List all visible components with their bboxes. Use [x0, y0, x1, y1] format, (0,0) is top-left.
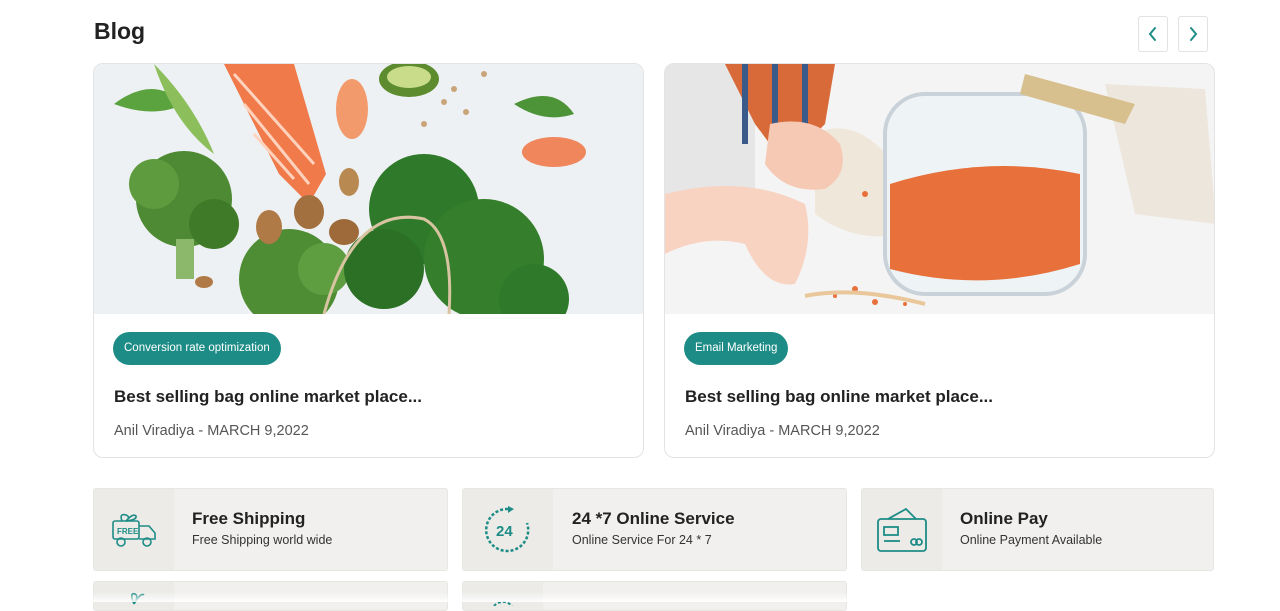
post-meta: Anil Viradiya - MARCH 9,2022 — [114, 423, 309, 439]
credit-card-icon — [877, 507, 927, 552]
feature-title: Online Pay — [960, 509, 1048, 528]
feature-subtitle: Online Service For 24 * 7 — [572, 533, 712, 547]
feature-online-pay: Online Pay Online Payment Available — [861, 488, 1214, 571]
24-hour-service-icon: 24 — [484, 505, 530, 552]
feature-subtitle: Free Shipping world wide — [192, 533, 333, 547]
feature-title: Free Shipping — [192, 509, 306, 528]
post-meta: Anil Viradiya - MARCH 9,2022 — [685, 423, 880, 439]
feature-free-shipping: FREE Free Shipping Free Shipping world w… — [93, 488, 448, 571]
icon-container: FREE — [94, 489, 174, 570]
icon-container: 24 — [463, 489, 553, 570]
free-delivery-truck-icon: FREE — [112, 513, 156, 547]
lentils-jar-image[interactable] — [665, 64, 1215, 314]
post-category-tag[interactable]: Email Marketing — [684, 332, 789, 365]
healthy-food-image[interactable] — [94, 64, 644, 314]
feature-online-service: 24 24 *7 Online Service Online Service F… — [462, 488, 847, 571]
chevron-left-icon — [1148, 27, 1156, 41]
blog-card[interactable]: Conversion rate optimization Best sellin… — [93, 63, 644, 458]
feature-subtitle: Online Payment Available — [960, 533, 1103, 547]
post-title[interactable]: Best selling bag online market place... — [114, 387, 422, 407]
svg-text:24: 24 — [496, 523, 513, 540]
carousel-next-button[interactable] — [1178, 16, 1208, 52]
blog-card[interactable]: Email Marketing Best selling bag online … — [664, 63, 1215, 458]
icon-container — [862, 489, 942, 570]
chevron-right-icon — [1190, 27, 1198, 41]
post-category-tag[interactable]: Conversion rate optimization — [113, 332, 281, 365]
bottom-fade — [0, 592, 1280, 602]
section-title: Blog — [94, 18, 146, 44]
carousel-prev-button[interactable] — [1138, 16, 1168, 52]
svg-text:FREE: FREE — [117, 527, 139, 536]
feature-title: 24 *7 Online Service — [572, 509, 735, 528]
post-title[interactable]: Best selling bag online market place... — [685, 387, 993, 407]
